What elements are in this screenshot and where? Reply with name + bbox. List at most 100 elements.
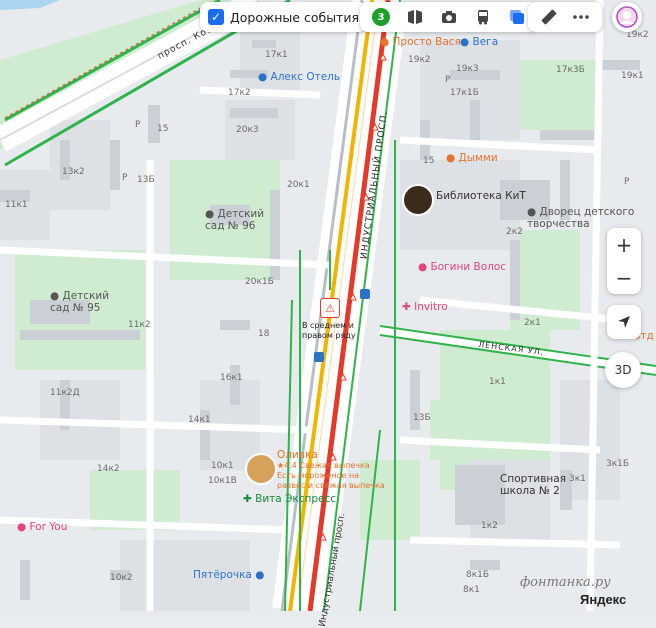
poi-label: Спортивная школа № 2 [500,473,567,497]
poi-for-you[interactable]: ● For You [17,521,67,533]
beauty-icon: ● [17,521,27,533]
checkbox-checked-icon[interactable]: ✓ [208,9,224,25]
traffic-events-toggle[interactable]: ✓ Дорожные события [208,9,359,25]
building-number: 15 [157,124,169,134]
olivka-pin[interactable] [245,453,277,485]
poi-sport-school[interactable]: Спортивная школа № 2 [500,473,590,497]
location-arrow-icon [618,316,630,328]
more-button[interactable] [566,4,596,30]
poi-vega[interactable]: ● Вега [460,36,498,48]
poi-label: Пятёрочка [193,569,252,581]
library-pin[interactable] [402,184,434,216]
map-tools: 3 [360,2,538,32]
parking-label: Р [624,177,630,187]
school-icon: ● [205,208,215,220]
building-number: 13Б [413,413,431,423]
building-number: 11к2 [128,320,151,330]
poi-dymmi[interactable]: ● Дымми [446,152,498,164]
school-icon: ● [50,290,60,302]
poi-palace[interactable]: ● Дворец детского творчества [527,206,637,230]
yandex-brand[interactable]: Яндекс [580,592,626,607]
building-number: 10к1В [208,476,237,486]
building-number: 3к1Б [606,459,630,469]
pharmacy-icon: ✚ [243,493,252,505]
poi-label: Библиотека КиТ [436,190,526,202]
poi-label: Дворец детского творчества [527,206,635,230]
poi-label: Алекс Отель [270,71,341,83]
camera-button[interactable] [434,4,464,30]
parking-label: Р [135,120,141,130]
user-avatar-button[interactable] [612,2,642,32]
poi-label: Вита Экспресс [255,493,337,505]
panorama-icon [408,10,422,24]
avatar-icon [616,6,638,28]
ruler-icon [541,9,557,25]
poi-pyaterochka[interactable]: Пятёрочка ● [193,569,264,581]
poi-prosto-vasya[interactable]: ● Просто Вася [380,36,461,48]
incident-text: В среднем и правом ряду [302,321,356,340]
building-number: 20к3 [236,125,259,135]
building-number: 13Б [137,175,155,185]
building-number: 16к1 [220,373,243,383]
poi-invitro[interactable]: ✚ Invitro [402,301,448,313]
building-number: 19к2 [408,55,431,65]
panorama-button[interactable] [400,4,430,30]
building-number: 17к1Б [450,88,479,98]
zoom-in-button[interactable]: + [607,228,641,261]
locate-me-button[interactable] [607,305,641,339]
beauty-icon: ● [418,261,428,273]
poi-label: Богини Волос [430,261,507,273]
medical-icon: ✚ [402,301,411,313]
zoom-controls: + − [607,228,641,294]
building-number: 19к1 [621,71,644,81]
building-number: 11к2Д [50,388,80,398]
poi-alex-hotel[interactable]: ● Алекс Отель [258,71,340,83]
poi-library[interactable]: Библиотека КиТ [436,190,526,202]
rating: 4.4 [284,461,297,470]
layers-icon [510,10,524,24]
building-number: 19к3 [456,64,479,74]
building-number: 14к1 [188,415,211,425]
poi-vita[interactable]: ✚ Вита Экспресс [243,493,336,505]
3d-mode-button[interactable]: 3D [605,352,641,388]
camera-icon [442,11,456,23]
poi-kindergarten-95[interactable]: ● Детский сад № 95 [50,290,120,314]
roadwork-icon[interactable]: ⚠ [320,298,340,318]
poi-label: Детский сад № 95 [50,290,110,314]
traffic-events-label: Дорожные события [230,9,359,25]
poi-label: Invitro [414,301,448,313]
poi-olivka-details: ★4.4 Свежая выпечка Есть мороженое на ра… [277,461,387,491]
bus-stop-icon [360,289,370,299]
transport-button[interactable] [468,4,498,30]
bus-icon [478,10,488,25]
poi-label: Просто Вася [392,36,461,48]
poi-kindergarten-96[interactable]: ● Детский сад № 96 [205,208,275,232]
poi-olivka[interactable]: Оливка [277,449,318,461]
parking-label: Р [122,173,128,183]
school-icon: ● [527,206,537,218]
building-number: 15 [423,156,435,166]
paw-icon: ● [460,36,470,48]
poi-bogini[interactable]: ● Богини Волос [418,261,506,273]
zoom-out-button[interactable]: − [607,261,641,294]
building-number: 2к2 [506,227,523,237]
poi-label: For You [29,521,68,533]
ruler-button[interactable] [534,4,564,30]
building-number: 11к1 [5,200,28,210]
traffic-events-panel[interactable]: ✓ Дорожные события [200,2,367,32]
poi-label: Дымми [458,152,498,164]
bus-stop-icon [314,352,324,362]
building-number: 1к2 [481,521,498,531]
cafe-icon: ● [446,152,456,164]
building-number: 17к3Б [556,65,585,75]
hotel-icon: ● [258,71,268,83]
building-number: 17к2 [228,88,251,98]
traffic-score-button[interactable]: 3 [366,4,396,30]
extra-tools [528,2,602,32]
shop-icon: ● [255,569,265,581]
watermark-fontanka: фонтанка.ру [520,575,611,590]
poi-label: Оливка [277,449,318,461]
parking-label: Р [445,75,451,85]
poi-label: Детский сад № 96 [205,208,265,232]
building-number: 2к1 [524,318,541,328]
